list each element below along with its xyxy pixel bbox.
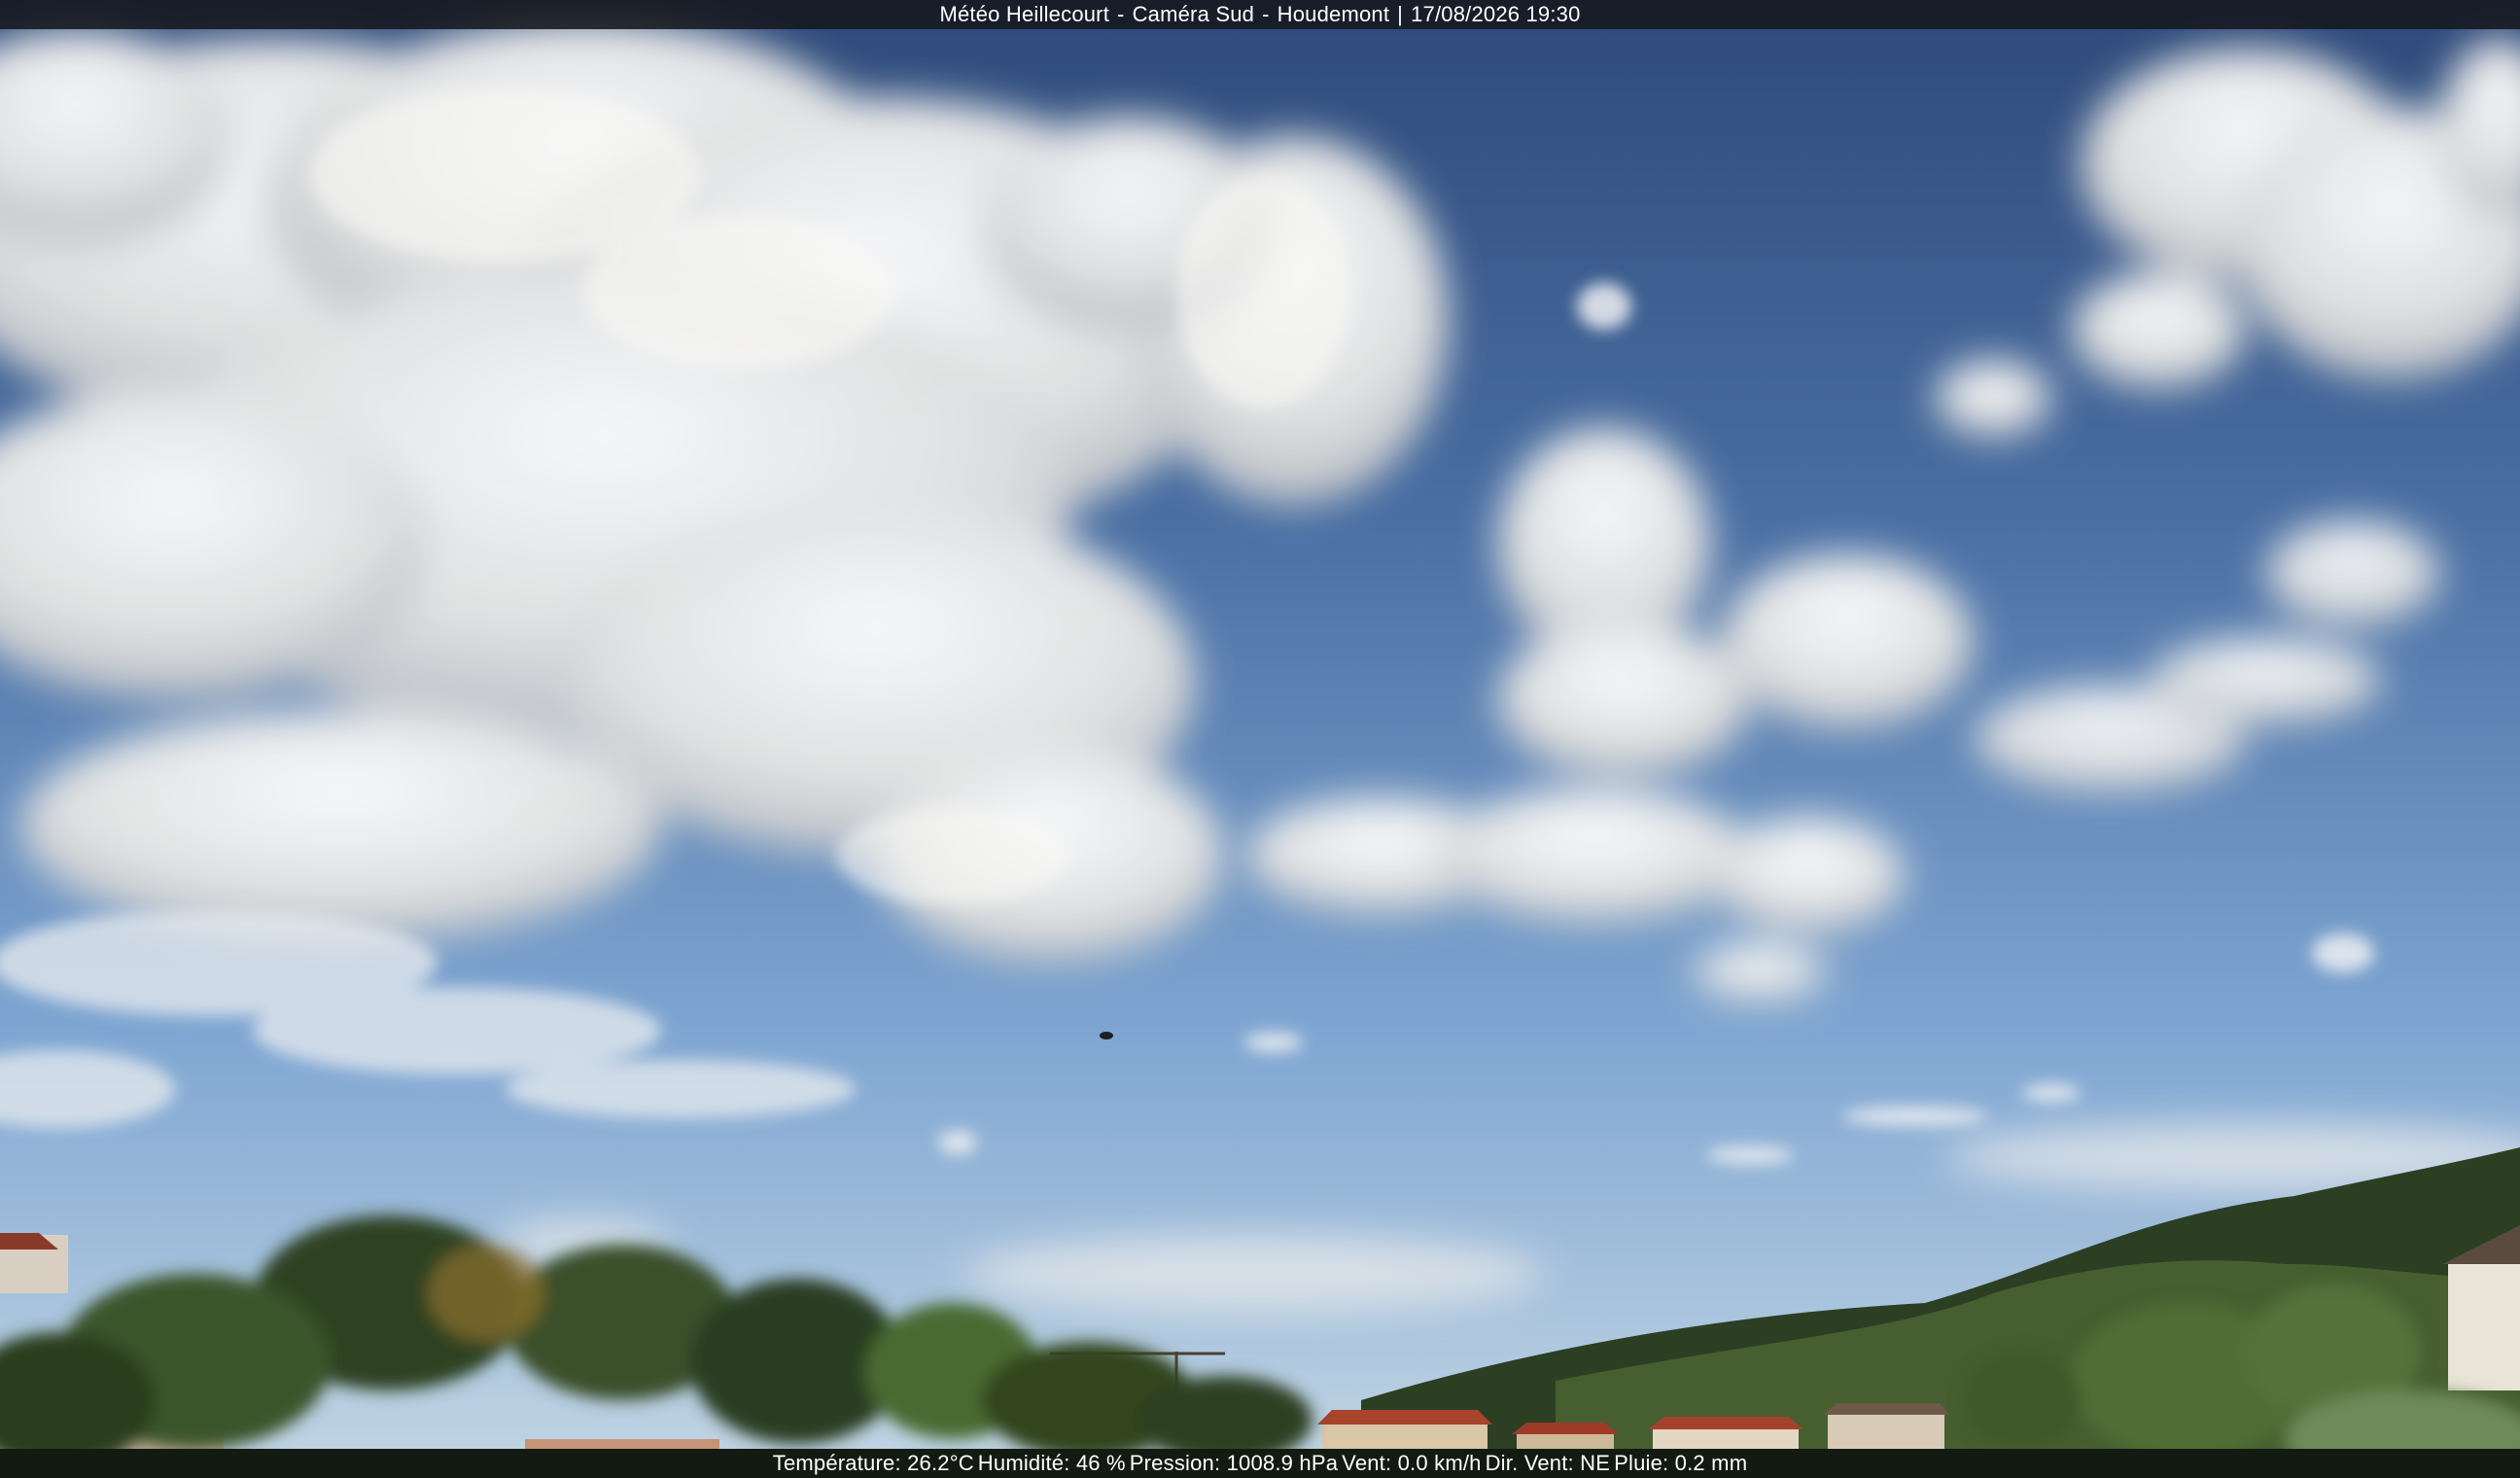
location-name: Houdemont xyxy=(1277,2,1390,26)
capture-datetime: 17/08/2026 19:30 xyxy=(1411,2,1581,26)
title-separator: - xyxy=(1117,2,1125,26)
title-separator-2: - xyxy=(1262,2,1270,26)
rain-readout: Pluie: 0.2 mm xyxy=(1614,1451,1748,1475)
humidity-readout: Humidité: 46 % xyxy=(977,1451,1126,1475)
weather-readout-bar: Température: 26.2°C Humidité: 46 % Press… xyxy=(0,1449,2520,1478)
site-name: Météo Heillecourt xyxy=(939,2,1110,26)
temperature-readout: Température: 26.2°C xyxy=(772,1451,974,1475)
camera-name: Caméra Sud xyxy=(1132,2,1255,26)
camera-title-bar: Météo Heillecourt - Caméra Sud - Houdemo… xyxy=(0,0,2520,29)
webcam-sky-image xyxy=(0,0,2520,1478)
pressure-readout: Pression: 1008.9 hPa xyxy=(1129,1451,1339,1475)
webcam-frame: Météo Heillecourt - Caméra Sud - Houdemo… xyxy=(0,0,2520,1478)
wind-direction-readout: Dir. Vent: NE xyxy=(1485,1451,1611,1475)
bird-silhouette xyxy=(1100,1032,1113,1039)
wind-speed-readout: Vent: 0.0 km/h xyxy=(1342,1451,1482,1475)
title-separator-3: | xyxy=(1397,2,1404,26)
